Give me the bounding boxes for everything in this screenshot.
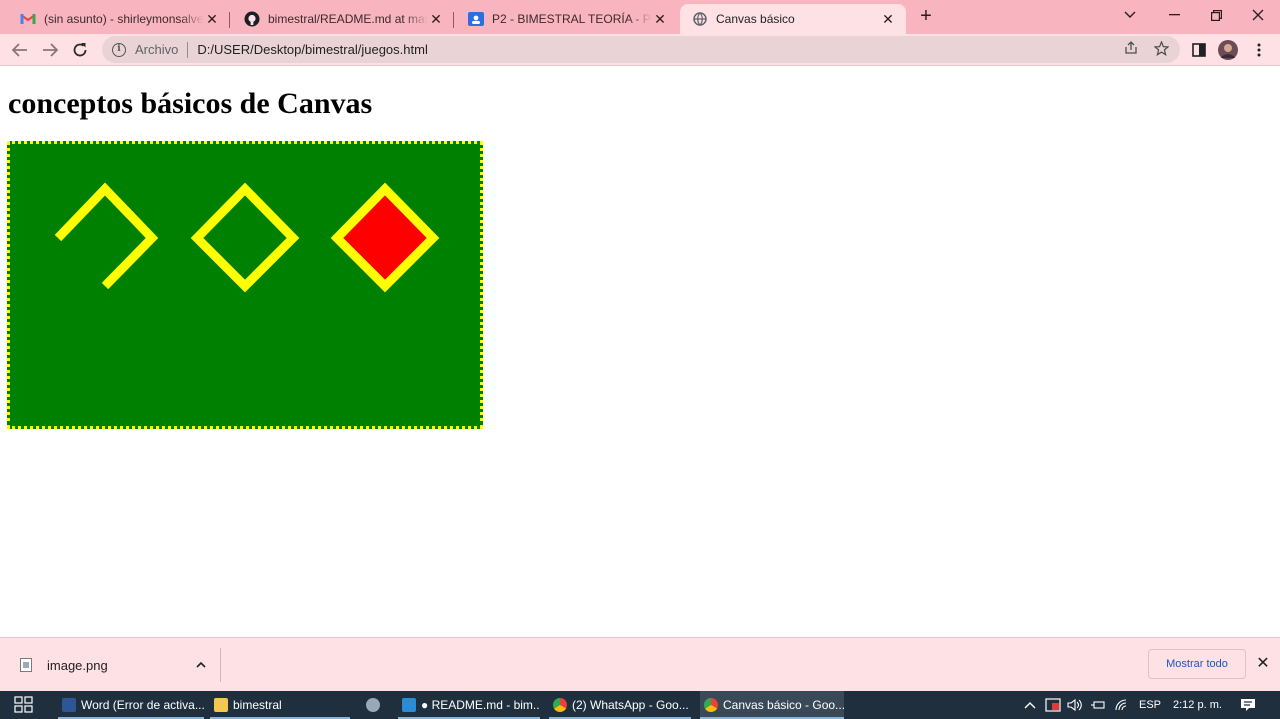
tab-github[interactable]: bimestral/README.md at main · ✕	[232, 4, 454, 34]
taskbar-item-label: (2) WhatsApp - Goo...	[572, 698, 689, 712]
bookmark-star-icon[interactable]	[1152, 40, 1170, 59]
url-text[interactable]: D:/USER/Desktop/bimestral/juegos.html	[197, 42, 427, 57]
tab-canvas-basico[interactable]: Canvas básico ✕	[680, 4, 906, 34]
taskbar-item-whatsapp[interactable]: (2) WhatsApp - Goo...	[549, 691, 691, 719]
taskbar-item-label: Word (Error de activa...	[81, 698, 204, 712]
back-arrow-icon[interactable]	[7, 37, 33, 63]
minimize-button[interactable]	[1152, 0, 1196, 30]
scheme-label: Archivo	[135, 42, 179, 57]
taskbar-item-canvas[interactable]: Canvas básico - Goo...	[700, 691, 844, 719]
taskbar-item-label: bimestral	[233, 698, 282, 712]
canvas-drawing	[54, 182, 440, 293]
show-all-downloads-button[interactable]: Mostrar todo	[1148, 649, 1246, 679]
language-indicator[interactable]: ESP	[1139, 691, 1161, 719]
page-content: conceptos básicos de Canvas	[0, 67, 1280, 637]
taskbar: Word (Error de activa... bimestral ● REA…	[0, 691, 1280, 719]
close-icon[interactable]: ✕	[428, 11, 444, 27]
download-item[interactable]: image.png	[10, 648, 221, 682]
notifications-icon[interactable]	[1240, 691, 1256, 719]
chrome-icon	[704, 698, 718, 712]
word-icon	[62, 698, 76, 712]
chevron-up-icon[interactable]	[196, 657, 206, 671]
image-file-icon	[20, 658, 32, 672]
tab-strip: (sin asunto) - shirleymonsalve@c ✕ bimes…	[0, 0, 1280, 34]
taskbar-item-label: Canvas básico - Goo...	[723, 698, 844, 712]
close-icon[interactable]: ✕	[652, 11, 668, 27]
show-hidden-icons[interactable]	[1024, 691, 1036, 719]
restore-button[interactable]	[1194, 0, 1238, 30]
close-icon[interactable]: ✕	[1254, 653, 1272, 673]
taskbar-item-word[interactable]: Word (Error de activa...	[58, 691, 204, 719]
clock[interactable]: 2:12 p. m.	[1173, 691, 1222, 719]
wifi-icon[interactable]	[1114, 691, 1130, 719]
chrome-icon	[553, 698, 567, 712]
menu-dots-icon[interactable]	[1248, 39, 1270, 61]
new-tab-button[interactable]: +	[912, 5, 940, 29]
taskbar-item-folder[interactable]: bimestral	[210, 691, 350, 719]
profile-avatar[interactable]	[1217, 39, 1239, 61]
forward-arrow-icon[interactable]	[37, 37, 63, 63]
taskbar-item-label: ● README.md - bim...	[421, 698, 540, 712]
globe-icon	[692, 11, 708, 27]
filled-diamond	[330, 182, 440, 293]
tab-title: (sin asunto) - shirleymonsalve@c	[44, 12, 204, 26]
page-heading: conceptos básicos de Canvas	[8, 87, 373, 120]
tab-title: Canvas básico	[716, 12, 795, 26]
close-icon[interactable]: ✕	[204, 11, 220, 27]
battery-saver-icon[interactable]	[1045, 691, 1061, 719]
tab-search-icon[interactable]	[1108, 0, 1152, 30]
power-icon[interactable]	[1090, 691, 1106, 719]
divider	[187, 41, 189, 58]
closed-diamond-outline	[190, 182, 300, 293]
tab-gmail[interactable]: (sin asunto) - shirleymonsalve@c ✕	[8, 4, 230, 34]
close-window-button[interactable]	[1236, 0, 1280, 30]
download-file-name: image.png	[47, 657, 108, 673]
taskbar-item-app[interactable]	[362, 691, 390, 719]
app-icon	[366, 698, 380, 712]
classroom-icon	[468, 11, 484, 27]
open-diamond-path	[54, 182, 159, 290]
github-icon	[244, 11, 260, 27]
site-info-icon[interactable]: i	[112, 42, 126, 57]
vscode-icon	[402, 698, 416, 712]
side-panel-icon[interactable]	[1188, 39, 1210, 61]
browser-toolbar: i Archivo D:/USER/Desktop/bimestral/jueg…	[0, 34, 1280, 66]
folder-icon	[214, 698, 228, 712]
taskbar-item-vscode[interactable]: ● README.md - bim...	[398, 691, 540, 719]
tab-title: P2 - BIMESTRAL TEORÍA - PRÁCTICA	[492, 12, 652, 26]
task-view-icon[interactable]	[12, 691, 38, 719]
gmail-icon	[20, 11, 36, 27]
address-bar[interactable]: i Archivo D:/USER/Desktop/bimestral/jueg…	[102, 36, 1180, 63]
tab-title: bimestral/README.md at main ·	[268, 12, 428, 26]
canvas-element[interactable]	[7, 141, 483, 429]
volume-icon[interactable]	[1067, 691, 1083, 719]
reload-icon[interactable]	[67, 37, 93, 63]
share-icon[interactable]	[1122, 41, 1140, 59]
download-bar: image.png Mostrar todo ✕	[0, 637, 1280, 691]
tab-classroom[interactable]: P2 - BIMESTRAL TEORÍA - PRÁCTICA ✕	[456, 4, 678, 34]
close-icon[interactable]: ✕	[880, 11, 896, 27]
